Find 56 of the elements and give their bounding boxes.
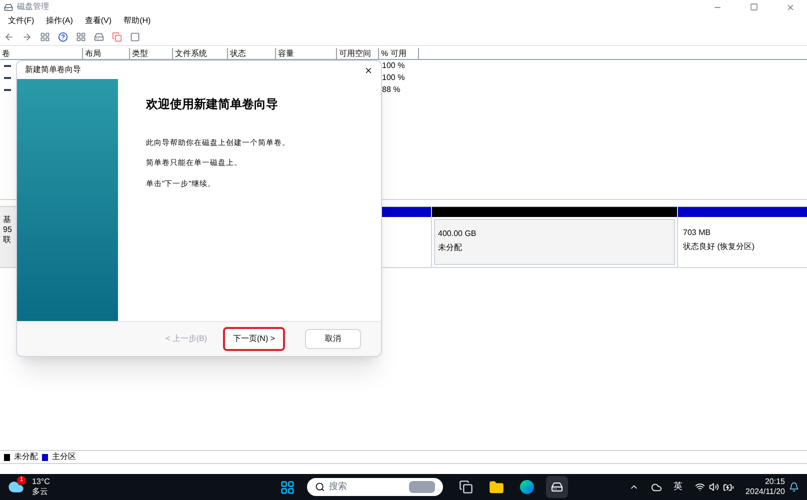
app-icon[interactable] [546,476,568,498]
menu-item[interactable]: 文件(F) [8,15,34,27]
partition-size: 400.00 GB [438,228,478,240]
help-icon[interactable] [58,32,68,42]
column-header[interactable]: 类型 [130,48,173,59]
start-icon[interactable] [280,480,295,494]
wifi-icon[interactable] [694,482,705,492]
disk-label: 95 [3,225,13,235]
legend-label: 未分配 [14,451,38,463]
temperature: 13°C [32,477,50,487]
menu-item[interactable]: 操作(A) [46,15,73,27]
maximize-icon[interactable] [750,3,758,11]
clock-time[interactable]: 20:15 [764,477,785,487]
disk-label: 基 [3,215,12,225]
search-placeholder: 搜索 [328,480,348,494]
dialog-heading: 欢迎使用新建简单卷向导 [146,96,279,113]
browser-icon[interactable] [520,480,534,494]
folder-icon[interactable] [488,480,504,494]
column-header[interactable]: % 可用 [379,48,419,59]
partition-status: 状态良好 (恢复分区) [683,241,756,253]
partition[interactable]: 703 MB 状态良好 (恢复分区) [677,207,807,267]
weather-icon[interactable] [8,479,24,495]
clock-date[interactable]: 2024/11/20 [746,487,785,497]
window-title: 磁盘管理 [17,1,49,13]
column-header[interactable]: 文件系统 [173,48,228,59]
menu-item[interactable]: 查看(V) [84,15,112,27]
column-header[interactable]: 卷 [0,48,83,59]
photo-placeholder [408,481,435,493]
task-view-icon[interactable] [458,480,473,494]
search-icon [314,482,325,492]
grid-icon[interactable] [76,32,86,42]
grid-icon[interactable] [40,32,50,42]
wizard-button[interactable]: 取消 [305,329,361,349]
weather-condition: 多云 [32,487,49,497]
table-cell: 88 % [382,84,400,96]
column-header[interactable]: 容量 [276,48,337,59]
cloud-icon[interactable] [650,482,662,492]
legend-label: 主分区 [52,451,76,463]
column-header[interactable]: 可用空间 [337,48,379,59]
battery-icon[interactable] [722,482,734,492]
table-cell: 100 % [382,72,405,84]
wizard-button[interactable]: 下一页(N) > [223,327,285,351]
partition-status: 未分配 [438,242,463,254]
input-method[interactable]: 英 [674,480,683,494]
bell-icon[interactable] [789,482,799,492]
menu-item[interactable]: 帮助(H) [124,15,151,27]
dialog-title: 新建简单卷向导 [25,64,82,76]
close-icon[interactable] [364,66,373,74]
search-field[interactable]: 搜索 [306,478,443,496]
column-header[interactable]: 状态 [228,48,276,59]
partition-size: 703 MB [683,227,712,239]
forward-icon[interactable] [22,32,32,42]
disk-label: 联 [3,235,12,245]
back-icon[interactable] [4,32,14,42]
table-cell: 100 % [382,60,405,72]
column-header[interactable]: 布局 [83,48,130,59]
